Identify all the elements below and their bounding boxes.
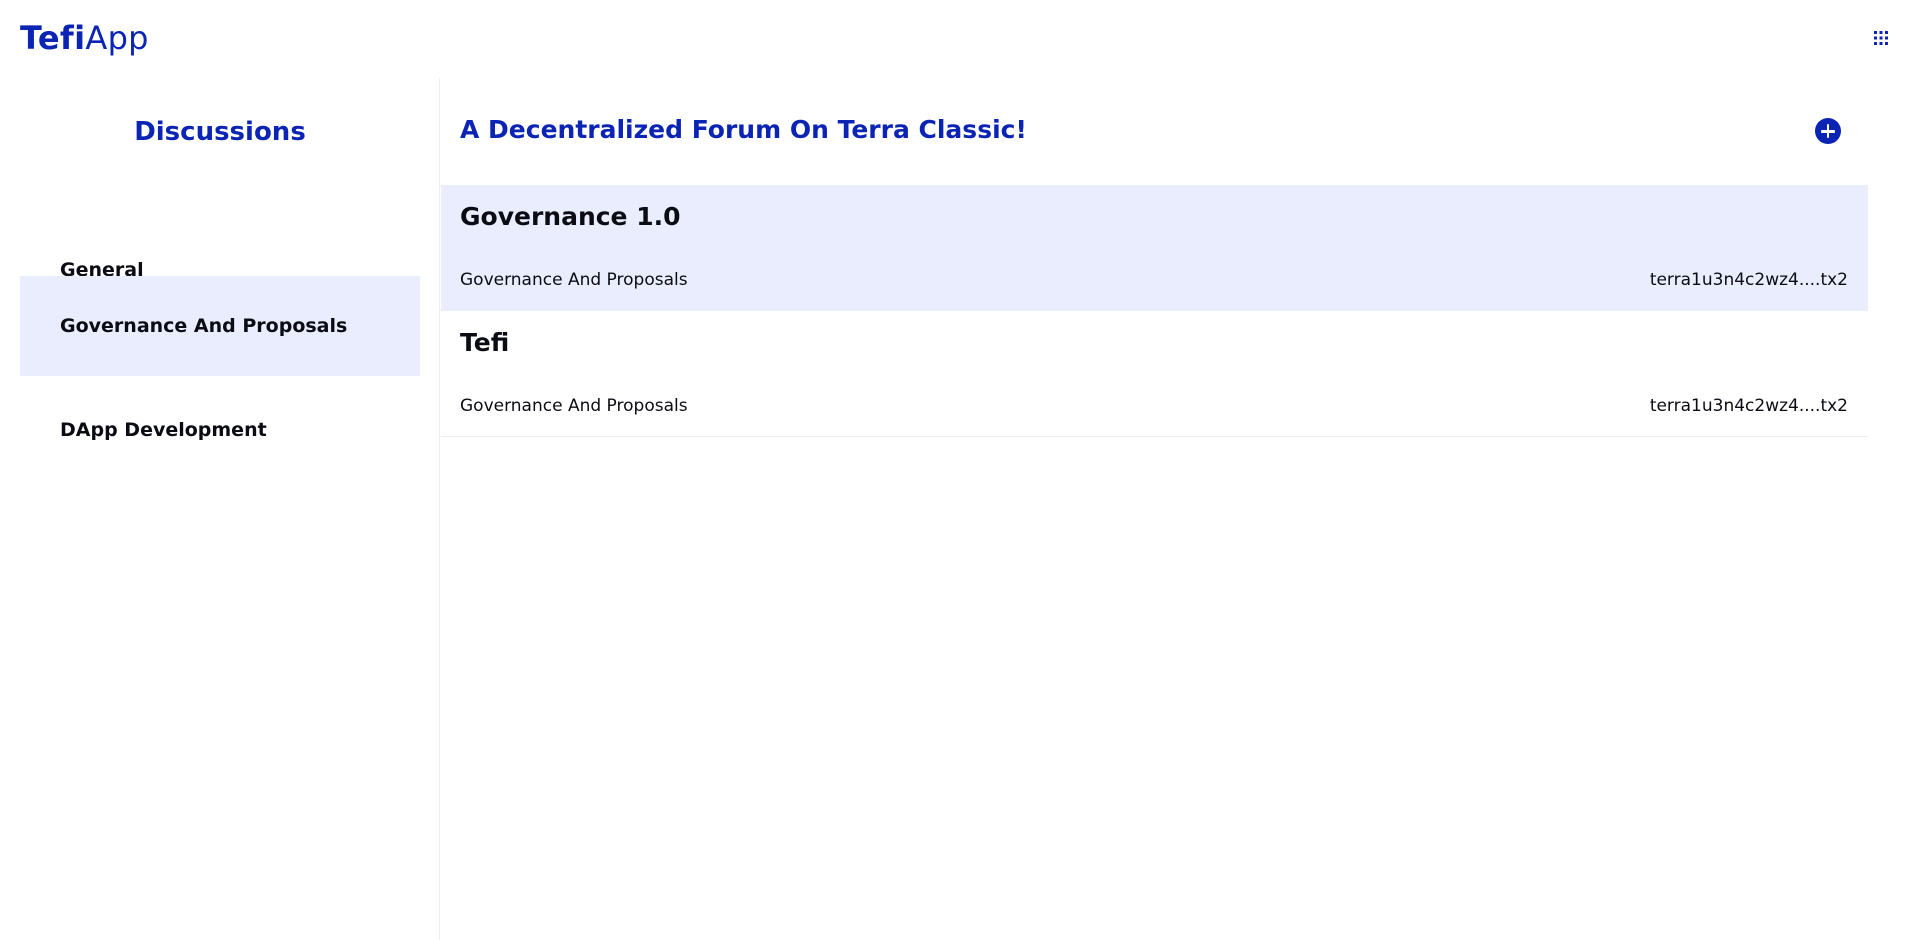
page-title: A Decentralized Forum On Terra Classic! <box>460 115 1027 144</box>
plus-circle-icon[interactable] <box>1815 118 1841 144</box>
discussions-sidebar: Discussions General Governance And Propo… <box>0 78 440 940</box>
grid-icon[interactable] <box>1874 31 1888 45</box>
sidebar-title: Discussions <box>134 117 306 147</box>
app-logo[interactable]: TefiApp <box>20 16 149 60</box>
topic-author-address: terra1u3n4c2wz4....tx2 <box>1649 396 1848 416</box>
logo-bold-text: Tefi <box>20 19 86 57</box>
sidebar-item-dapp-development[interactable]: DApp Development <box>20 380 420 480</box>
sidebar-item-label: Governance And Proposals <box>60 315 348 337</box>
topic-author-address: terra1u3n4c2wz4....tx2 <box>1649 270 1848 290</box>
topic-category: Governance And Proposals <box>460 396 688 416</box>
topics-panel: A Decentralized Forum On Terra Classic! … <box>441 78 1868 940</box>
topic-title: Tefi <box>460 328 510 357</box>
logo-light-text: App <box>85 19 149 57</box>
topic-category: Governance And Proposals <box>460 270 688 290</box>
topic-title: Governance 1.0 <box>460 202 681 231</box>
app-header: TefiApp <box>0 0 1920 78</box>
sidebar-item-governance-and-proposals[interactable]: Governance And Proposals <box>20 276 420 376</box>
sidebar-item-label: DApp Development <box>60 419 267 441</box>
topic-row[interactable]: Tefi Governance And Proposals terra1u3n4… <box>441 311 1868 437</box>
topic-row[interactable]: Governance 1.0 Governance And Proposals … <box>441 185 1868 311</box>
